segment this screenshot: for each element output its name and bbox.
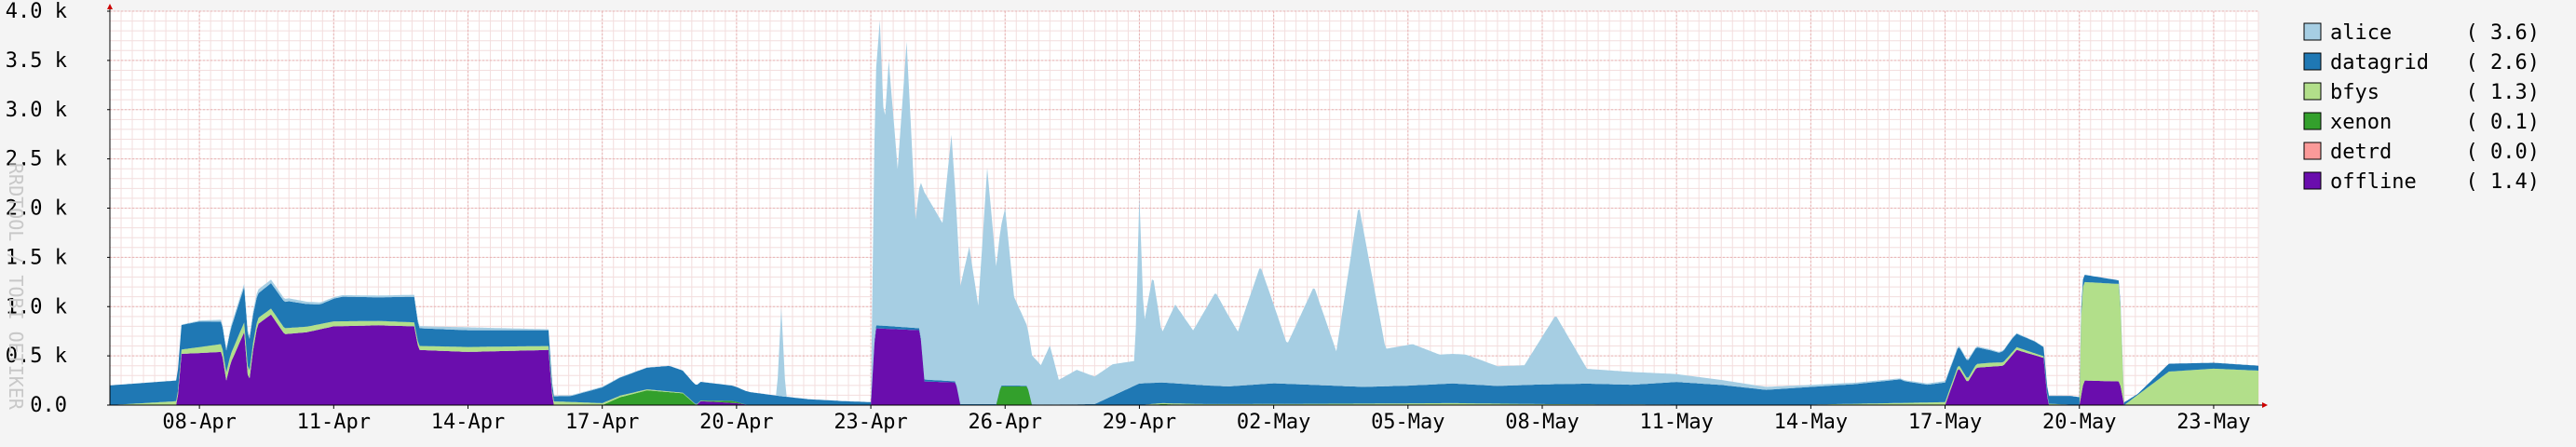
y-tick-label: 3.5 k <box>6 49 67 73</box>
y-tick-label: 4.0 k <box>6 0 67 23</box>
x-axis-arrow <box>2262 402 2268 408</box>
legend-name-offline: offline <box>2330 170 2417 194</box>
legend-value-bfys: ( 1.3) <box>2466 81 2540 104</box>
x-tick-label: 14-Apr <box>431 411 505 434</box>
legend: alice ( 3.6) datagrid ( 2.6) bfys ( 1.3) xenon… <box>2303 21 2540 194</box>
x-tick-label: 29-Apr <box>1103 411 1176 434</box>
x-tick-label: 20-May <box>2042 411 2116 434</box>
y-axis-arrow <box>107 4 113 9</box>
legend-value-detrd: ( 0.0) <box>2466 141 2540 164</box>
x-tick-label: 11-May <box>1639 411 1713 434</box>
legend-value-xenon: ( 0.1) <box>2466 111 2540 134</box>
legend-value-datagrid: ( 2.6) <box>2466 51 2540 74</box>
x-tick-label: 17-May <box>1908 411 1982 434</box>
x-tick-label: 23-Apr <box>834 411 907 434</box>
x-tick-label: 23-May <box>2176 411 2250 434</box>
legend-swatch-offline <box>2303 171 2322 190</box>
legend-name-detrd: detrd <box>2330 141 2392 164</box>
x-tick-label: 08-May <box>1505 411 1579 434</box>
x-tick-label: 20-Apr <box>699 411 773 434</box>
legend-value-offline: ( 1.4) <box>2466 170 2540 194</box>
x-tick-label: 05-May <box>1371 411 1444 434</box>
legend-swatch-datagrid <box>2303 52 2322 71</box>
legend-name-alice: alice <box>2330 21 2392 45</box>
legend-value-alice: ( 3.6) <box>2466 21 2540 45</box>
legend-name-datagrid: datagrid <box>2330 51 2429 74</box>
legend-swatch-bfys <box>2303 82 2322 101</box>
x-tick-label: 11-Apr <box>297 411 371 434</box>
x-tick-label: 26-Apr <box>969 411 1042 434</box>
y-axis-label: RRDTOOL / TOBI OETIKER <box>5 163 27 411</box>
x-tick-label: 14-May <box>1774 411 1848 434</box>
legend-swatch-detrd <box>2303 142 2322 160</box>
legend-swatch-alice <box>2303 22 2322 41</box>
rrd-chart: 0.00.5 k1.0 k1.5 k2.0 k2.5 k3.0 k3.5 k4.… <box>5 0 2540 434</box>
y-tick-label: 0.0 <box>30 394 67 417</box>
x-tick-label: 08-Apr <box>162 411 236 434</box>
legend-swatch-xenon <box>2303 112 2322 130</box>
legend-name-xenon: xenon <box>2330 111 2392 134</box>
x-tick-label: 02-May <box>1237 411 1310 434</box>
legend-name-bfys: bfys <box>2330 81 2379 104</box>
x-tick-label: 17-Apr <box>565 411 639 434</box>
y-tick-label: 3.0 k <box>6 99 67 122</box>
